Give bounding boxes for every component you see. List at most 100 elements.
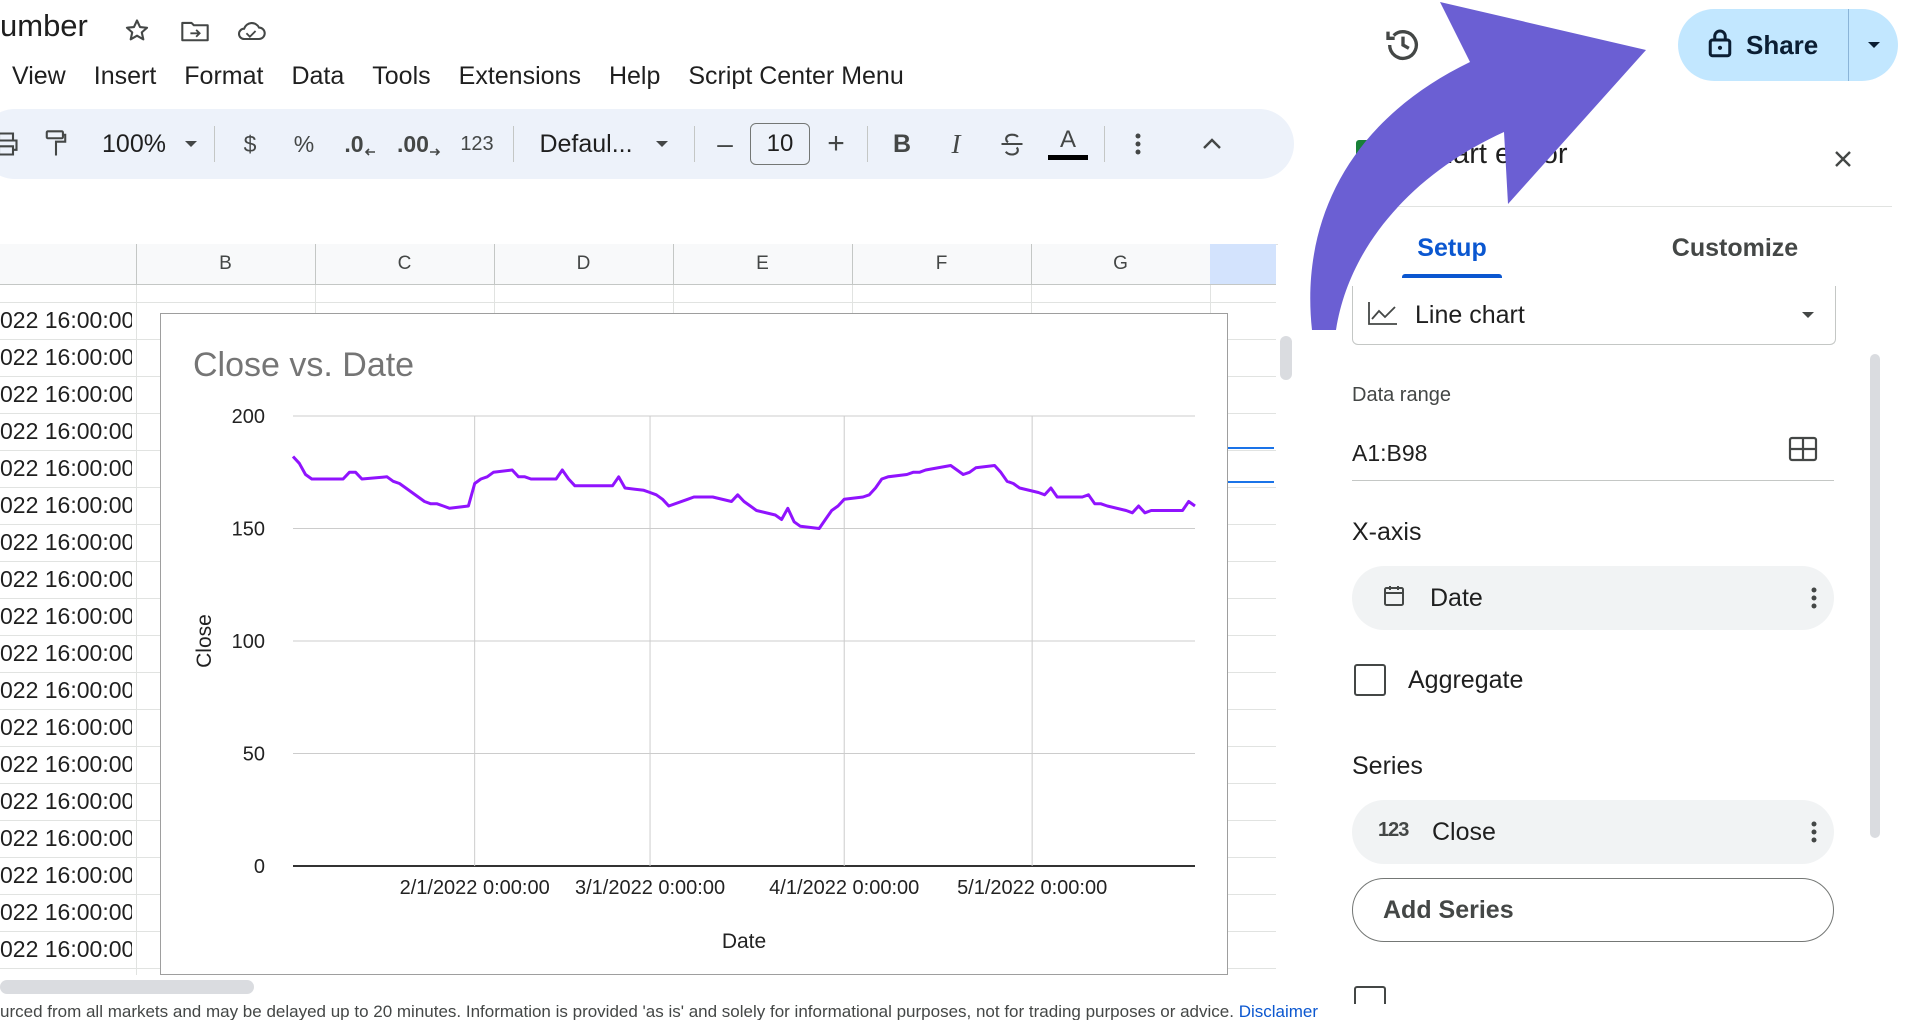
cell-a[interactable]: 022 16:00:00 <box>0 487 132 524</box>
data-range-input[interactable]: A1:B98 <box>1352 440 1427 467</box>
series-chip[interactable]: 123 Close <box>1352 800 1834 864</box>
cell-a[interactable]: 022 16:00:00 <box>0 820 132 857</box>
cell-a[interactable]: 022 16:00:00 <box>0 857 132 894</box>
currency-format-button[interactable]: $ <box>223 119 277 169</box>
menu-insert[interactable]: Insert <box>80 59 171 93</box>
italic-button[interactable]: I <box>928 119 984 169</box>
close-icon[interactable] <box>1826 142 1860 176</box>
series-line-close <box>291 455 1196 530</box>
data-range-label: Data range <box>1352 384 1451 406</box>
cell-a[interactable]: 022 16:00:00 <box>0 635 132 672</box>
column-header-selected[interactable] <box>1210 244 1276 284</box>
column-header-c[interactable]: C <box>315 244 495 284</box>
column-header-row: B C D E F G <box>0 244 1276 285</box>
menu-tools[interactable]: Tools <box>358 59 444 93</box>
select-range-grid-icon[interactable] <box>1788 436 1820 466</box>
decrease-font-size-button[interactable]: – <box>703 119 747 169</box>
share-button[interactable]: Share <box>1678 9 1898 81</box>
selection-border <box>1228 481 1274 483</box>
horizontal-scrollbar-thumb[interactable] <box>0 980 254 994</box>
font-select[interactable]: Defaul... <box>522 119 686 169</box>
add-series-button[interactable]: Add Series <box>1352 878 1834 942</box>
print-icon[interactable] <box>0 119 28 169</box>
selection-border <box>1228 447 1274 449</box>
x-tick-label: 2/1/2022 0:00:00 <box>400 877 550 899</box>
menu-bar: View Insert Format Data Tools Extensions… <box>12 59 918 93</box>
document-title[interactable]: umber <box>0 8 88 44</box>
arrow-right-icon <box>429 148 441 156</box>
cell-a[interactable]: 022 16:00:00 <box>0 524 132 561</box>
collapse-toolbar-icon[interactable] <box>1187 119 1237 169</box>
cloud-saved-icon[interactable] <box>234 14 268 48</box>
percent-format-button[interactable]: % <box>277 119 331 169</box>
column-header-a[interactable] <box>0 244 137 284</box>
series-value: Close <box>1432 817 1496 846</box>
cell-a[interactable]: 022 16:00:00 <box>0 894 132 931</box>
vertical-scrollbar-thumb[interactable] <box>1280 336 1292 380</box>
panel-scrollbar-thumb[interactable] <box>1870 354 1880 838</box>
more-formats-button[interactable]: 123 <box>449 119 505 169</box>
menu-data[interactable]: Data <box>277 59 358 93</box>
share-main[interactable]: Share <box>1678 9 1849 81</box>
menu-extensions[interactable]: Extensions <box>445 59 595 93</box>
menu-script-center[interactable]: Script Center Menu <box>674 59 917 93</box>
caret-down-icon <box>655 141 668 147</box>
disclaimer-link[interactable]: Disclaimer <box>1239 1004 1318 1020</box>
column-header-g[interactable]: G <box>1031 244 1211 284</box>
menu-help[interactable]: Help <box>595 59 674 93</box>
aggregate-checkbox[interactable] <box>1354 664 1386 696</box>
svg-text:123: 123 <box>1378 819 1409 840</box>
menu-format[interactable]: Format <box>170 59 277 93</box>
y-tick-label: 50 <box>243 744 265 766</box>
star-icon[interactable] <box>120 14 154 48</box>
footer-disclaimer: urced from all markets and may be delaye… <box>0 1004 1920 1020</box>
x-axis-chip[interactable]: Date <box>1352 566 1834 630</box>
zoom-select[interactable]: 100% <box>94 119 206 169</box>
x-axis-label: X-axis <box>1352 518 1422 546</box>
zoom-value: 100% <box>102 129 166 158</box>
footer-text: urced from all markets and may be delaye… <box>0 1004 1234 1020</box>
font-size-input[interactable]: 10 <box>750 123 810 165</box>
cell-a[interactable]: 022 16:00:00 <box>0 672 132 709</box>
decrease-decimal-button[interactable]: .0 <box>331 119 389 169</box>
font-name: Defaul... <box>539 129 633 158</box>
column-header-b[interactable]: B <box>136 244 316 284</box>
text-color-button[interactable]: A <box>1040 119 1096 169</box>
increase-font-size-button[interactable]: + <box>813 119 859 169</box>
column-header-e[interactable]: E <box>673 244 853 284</box>
y-tick-label: 200 <box>232 406 265 428</box>
toolbar: 100% $ % .0 .00 123 Defaul... – 10 + B I… <box>0 109 1294 179</box>
cell-a[interactable]: 022 16:00:00 <box>0 561 132 598</box>
cell-a[interactable]: 022 16:00:00 <box>0 413 132 450</box>
cell-a[interactable]: 022 16:00:00 <box>0 709 132 746</box>
more-vert-icon[interactable] <box>1794 586 1834 610</box>
cell-a[interactable]: 022 16:00:00 <box>0 339 132 376</box>
cell-a[interactable]: 022 16:00:00 <box>0 598 132 635</box>
toolbar-divider <box>1104 126 1105 162</box>
aggregate-label: Aggregate <box>1408 666 1524 694</box>
cell-a[interactable]: 022 16:00:00 <box>0 746 132 783</box>
more-vert-icon[interactable] <box>1113 119 1163 169</box>
move-folder-icon[interactable] <box>178 14 212 48</box>
paint-format-icon[interactable] <box>28 119 84 169</box>
increase-decimal-button[interactable]: .00 <box>389 119 449 169</box>
column-header-d[interactable]: D <box>494 244 674 284</box>
grid-line <box>136 285 137 975</box>
share-dropdown-arrow[interactable] <box>1849 40 1898 50</box>
column-header-f[interactable]: F <box>852 244 1032 284</box>
more-vert-icon[interactable] <box>1794 820 1834 844</box>
cell-a[interactable]: 022 16:00:00 <box>0 783 132 820</box>
embedded-chart[interactable]: Close vs. Date 0 50 100 150 200 2/1/2022 0:00:… <box>160 313 1228 975</box>
cell-a[interactable]: 022 16:00:00 <box>0 376 132 413</box>
cell-a[interactable]: 022 16:00:00 <box>0 450 132 487</box>
formula-bar[interactable] <box>0 188 1296 245</box>
chart-title: Close vs. Date <box>193 346 414 384</box>
grid-line <box>0 302 1276 303</box>
data-range-underline <box>1352 480 1834 481</box>
strikethrough-icon[interactable] <box>984 119 1040 169</box>
menu-view[interactable]: View <box>12 59 80 93</box>
cell-a[interactable]: 022 16:00:00 <box>0 302 132 339</box>
decrease-decimal-label: .0 <box>344 130 364 157</box>
bold-button[interactable]: B <box>876 119 928 169</box>
cell-a[interactable]: 022 16:00:00 <box>0 931 132 968</box>
